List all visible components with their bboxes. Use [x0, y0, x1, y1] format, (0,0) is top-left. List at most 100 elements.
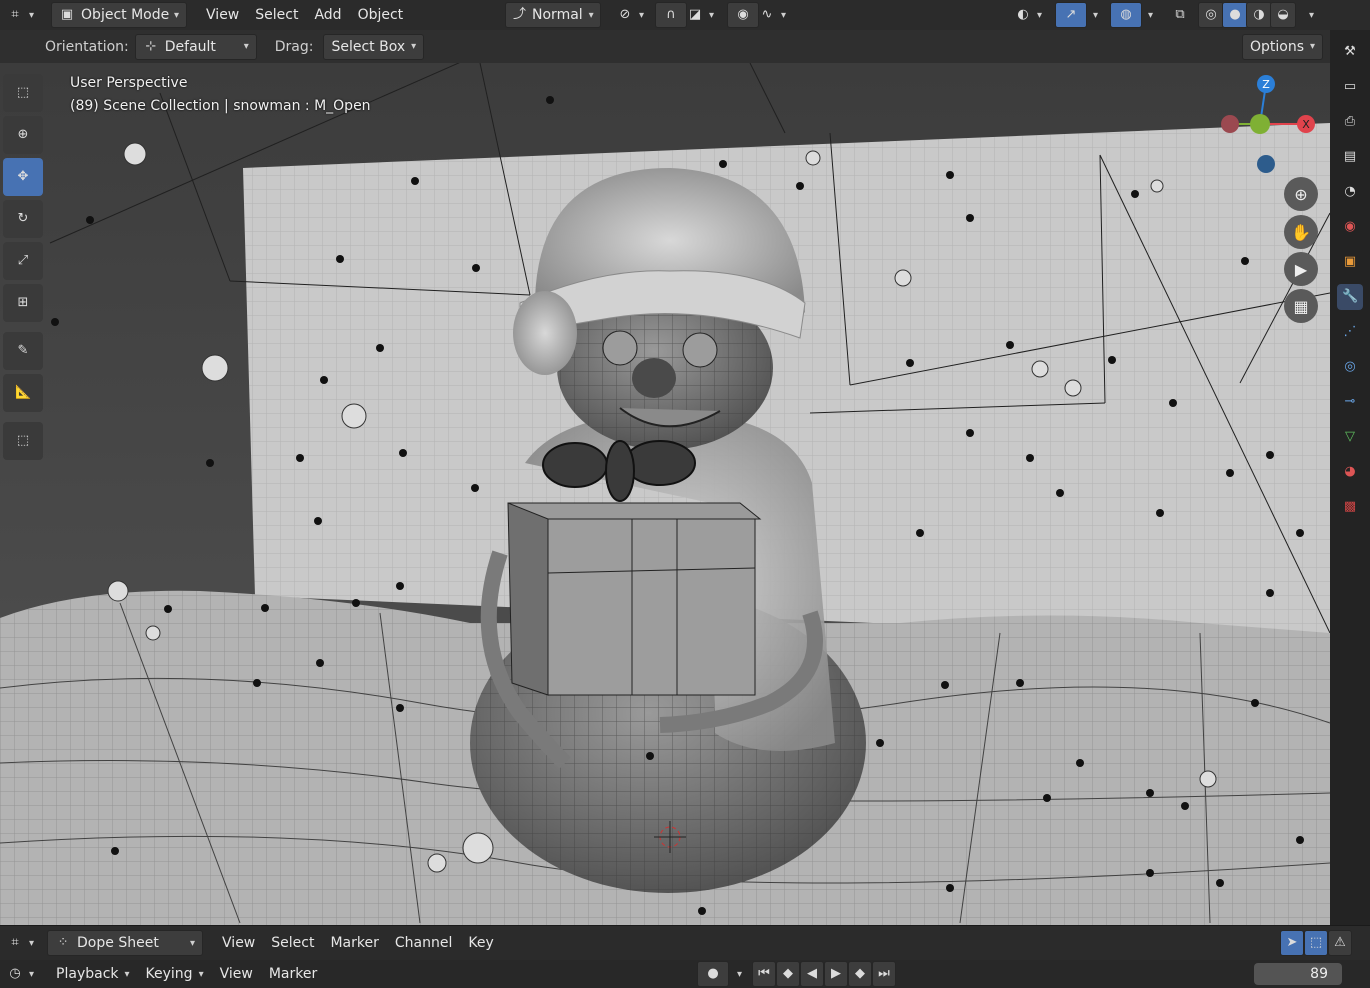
data-icon: ▽ [1345, 429, 1355, 444]
navigation-gizmo[interactable]: Z X [1210, 72, 1320, 182]
orientation-value: Default [164, 38, 216, 55]
snowman-nose [632, 358, 676, 398]
wireframe-sphere-icon: ◎ [1205, 7, 1217, 22]
select-box-tool[interactable]: ⬚ [3, 74, 43, 112]
measure-tool[interactable]: 📐 [3, 374, 43, 412]
only-selected-toggle[interactable]: ➤ [1280, 930, 1304, 956]
data-tab[interactable]: ▽ [1337, 424, 1363, 450]
orientation-select[interactable]: ⊹ Default ▾ [134, 33, 257, 60]
object-tab[interactable]: ▣ [1337, 249, 1363, 275]
play-button[interactable]: ▶ [824, 961, 848, 987]
play-reverse-button[interactable]: ◀ [800, 961, 824, 987]
timeline-menu-playback[interactable]: Playback ▾ [49, 962, 137, 986]
scene-render [0, 63, 1330, 925]
visibility-button[interactable]: ◐ ▾ [1008, 3, 1049, 27]
hand-icon[interactable]: ✋ [1284, 215, 1318, 249]
playback-label: Playback [56, 966, 119, 982]
dope-menu-select[interactable]: Select [264, 931, 321, 955]
jump-end-button[interactable]: ⏭ [872, 961, 896, 987]
dope-menu-view[interactable]: View [215, 931, 262, 955]
timeline-menu-keying[interactable]: Keying ▾ [139, 962, 211, 986]
keying-set-menu[interactable]: ▾ [724, 962, 749, 986]
transform-orientation-select[interactable]: ⤴ Normal ▾ [505, 2, 601, 28]
menu-view[interactable]: View [199, 3, 246, 27]
camera-icon[interactable]: ▶ [1284, 252, 1318, 286]
annotate-tool[interactable]: ✎ [3, 332, 43, 370]
prev-keyframe-icon: ◆ [783, 966, 793, 981]
jump-start-button[interactable]: ⏮ [752, 961, 776, 987]
mode-select[interactable]: ▣ Object Mode ▾ [51, 2, 188, 28]
menu-object[interactable]: Object [351, 3, 411, 27]
physics-tab[interactable]: ◎ [1337, 354, 1363, 380]
scene-tab[interactable]: ◔ [1337, 179, 1363, 205]
scale-tool[interactable]: ⤢ [3, 242, 43, 280]
mode-label: Object Mode [81, 7, 170, 23]
select-box-icon: ⬚ [16, 85, 30, 100]
render-icon: ▭ [1343, 79, 1357, 94]
options-button[interactable]: Options ▾ [1242, 33, 1324, 60]
add-cube-tool[interactable]: ⬚ [3, 422, 43, 460]
world-tab[interactable]: ◉ [1337, 214, 1363, 240]
particles-tab[interactable]: ⋰ [1337, 319, 1363, 345]
material-tab[interactable]: ◕ [1337, 459, 1363, 485]
dope-menu-channel[interactable]: Channel [388, 931, 459, 955]
shading-rendered[interactable]: ◒ [1270, 2, 1296, 28]
zoom-icon[interactable]: ⊕ [1284, 177, 1318, 211]
add-cube-icon: ⬚ [16, 433, 30, 448]
dope-sheet-icon: ⁘ [57, 935, 69, 950]
axis-neg-x-icon[interactable] [1221, 115, 1239, 133]
grid-icon[interactable]: ▦ [1284, 289, 1318, 323]
3d-viewport[interactable]: User Perspective (89) Scene Collection |… [0, 63, 1330, 925]
axis-x-label: X [1302, 118, 1310, 131]
next-key-button[interactable]: ◆ [848, 961, 872, 987]
show-hidden-toggle[interactable]: ⬚ [1304, 930, 1328, 956]
axis-y-icon[interactable] [1250, 114, 1270, 134]
errors-toggle[interactable]: ⚠ [1328, 930, 1352, 956]
dope-menu-marker[interactable]: Marker [323, 931, 385, 955]
current-frame-field[interactable]: 89 [1254, 963, 1342, 985]
transform-tool[interactable]: ⊞ [3, 284, 43, 322]
view-layer-tab[interactable]: ▤ [1337, 144, 1363, 170]
shading-menu[interactable]: ▾ [1296, 3, 1321, 27]
snap-cube-icon: ◪ [688, 7, 702, 22]
editor-type-button[interactable]: ⌗ ▾ [0, 3, 41, 27]
output-tab[interactable]: ⎙ [1337, 109, 1363, 135]
pivot-point-button[interactable]: ⊘ ▾ [610, 3, 651, 27]
render-tab[interactable]: ▭ [1337, 74, 1363, 100]
rotate-tool[interactable]: ↻ [3, 200, 43, 238]
falloff-button[interactable]: ∿ ▾ [752, 3, 793, 27]
snap-target-button[interactable]: ◪ ▾ [680, 3, 721, 27]
timeline-menu-marker[interactable]: Marker [262, 962, 324, 986]
menu-select[interactable]: Select [248, 3, 305, 27]
shading-solid[interactable]: ● [1222, 2, 1248, 28]
viewport-header: ⌗ ▾ ▣ Object Mode ▾ View Select Add Objec… [0, 0, 1370, 30]
view-name: User Perspective [70, 75, 188, 91]
dope-mode-select[interactable]: ⁘ Dope Sheet ▾ [47, 930, 204, 956]
overlays-menu[interactable]: ▾ [1135, 3, 1160, 27]
move-tool[interactable]: ✥ [3, 158, 43, 196]
cursor-tool[interactable]: ⊕ [3, 116, 43, 154]
drag-select[interactable]: Select Box ▾ [323, 33, 425, 60]
cursor-icon: ⊕ [17, 127, 29, 142]
jump-end-icon: ⏭ [878, 966, 890, 981]
move-icon: ✥ [17, 169, 29, 184]
chevron-down-icon: ▾ [781, 9, 787, 21]
gizmo-menu[interactable]: ▾ [1080, 3, 1105, 27]
shading-material[interactable]: ◑ [1246, 2, 1272, 28]
chevron-down-icon: ▾ [709, 9, 715, 21]
dope-editor-type-button[interactable]: ⌗ ▾ [0, 931, 41, 955]
prev-key-button[interactable]: ◆ [776, 961, 800, 987]
shading-wireframe[interactable]: ◎ [1198, 2, 1224, 28]
constraints-tab[interactable]: ⊸ [1337, 389, 1363, 415]
timeline-editor-type-button[interactable]: ◷ ▾ [0, 962, 41, 986]
texture-tab[interactable]: ▩ [1337, 494, 1363, 520]
xray-toggle[interactable]: ⧉ [1165, 3, 1195, 27]
menu-add[interactable]: Add [307, 3, 348, 27]
dope-menu-key[interactable]: Key [461, 931, 500, 955]
modifier-tab[interactable]: 🔧 [1337, 284, 1363, 310]
texture-icon: ▩ [1343, 499, 1357, 514]
tool-tab[interactable]: ⚒ [1337, 39, 1363, 65]
axis-neg-z-icon[interactable] [1257, 155, 1275, 173]
chevron-down-icon: ▾ [1148, 9, 1154, 21]
timeline-menu-view[interactable]: View [213, 962, 260, 986]
